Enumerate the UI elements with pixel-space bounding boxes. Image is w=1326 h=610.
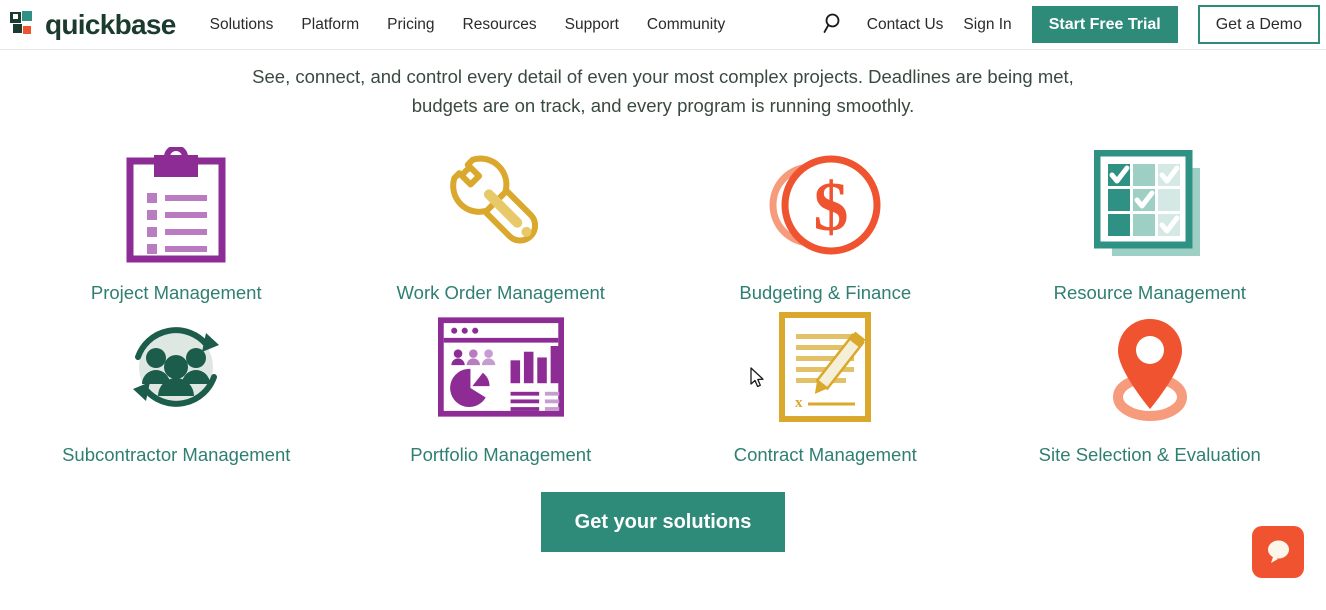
get-a-demo-button[interactable]: Get a Demo (1197, 4, 1320, 45)
nav-item-support[interactable]: Support (565, 16, 619, 34)
map-pin-icon (1087, 304, 1213, 430)
solution-tile-portfolio-management[interactable]: Portfolio Management (339, 304, 664, 466)
search-button[interactable] (821, 12, 847, 38)
intro-section: See, connect, and control every detail o… (0, 50, 1326, 120)
solution-tile-subcontractor-management[interactable]: Subcontractor Management (14, 304, 339, 466)
start-free-trial-button[interactable]: Start Free Trial (1031, 5, 1178, 44)
solution-label: Portfolio Management (410, 444, 592, 465)
clipboard-checklist-icon (113, 142, 239, 268)
sign-in-link[interactable]: Sign In (963, 16, 1011, 34)
solution-label: Work Order Management (396, 282, 605, 303)
dollar-coin-icon: $ (762, 142, 888, 268)
nav-item-solutions[interactable]: Solutions (210, 16, 274, 34)
checklist-grid-icon (1087, 142, 1213, 268)
dashboard-charts-icon (437, 304, 564, 430)
solution-label: Site Selection & Evaluation (1038, 444, 1261, 465)
solution-label: Project Management (90, 282, 262, 303)
solution-label: Budgeting & Finance (739, 282, 912, 303)
svg-text:$: $ (814, 169, 849, 246)
cta-section: Get your solutions (0, 492, 1326, 552)
search-icon (823, 12, 845, 37)
chat-bubble-icon (1265, 538, 1291, 567)
svg-text:x: x (795, 395, 803, 411)
signed-document-icon: x (762, 304, 888, 430)
solution-label: Contract Management (733, 444, 917, 465)
nav-item-resources[interactable]: Resources (463, 16, 537, 34)
chat-widget-button[interactable] (1252, 526, 1304, 578)
solution-tile-contract-management[interactable]: x Contract Management (663, 304, 988, 466)
intro-paragraph: See, connect, and control every detail o… (252, 66, 1074, 116)
wrench-icon (438, 142, 564, 268)
solution-tile-work-order-management[interactable]: Work Order Management (339, 142, 664, 304)
contact-us-link[interactable]: Contact Us (867, 16, 944, 34)
header-utilities: Contact Us Sign In Start Free Trial Get … (821, 4, 1326, 45)
nav-item-community[interactable]: Community (647, 16, 725, 34)
solution-label: Resource Management (1053, 282, 1246, 303)
main-navigation: Solutions Platform Pricing Resources Sup… (210, 16, 726, 34)
quickbase-squares-logo-icon (10, 10, 38, 39)
solution-tile-site-selection-evaluation[interactable]: Site Selection & Evaluation (988, 304, 1313, 466)
logo[interactable]: quickbase (10, 8, 176, 40)
nav-item-pricing[interactable]: Pricing (387, 16, 434, 34)
site-header: quickbase Solutions Platform Pricing Res… (0, 0, 1326, 50)
solution-tile-resource-management[interactable]: Resource Management (988, 142, 1313, 304)
logo-text: quickbase (45, 8, 176, 40)
solutions-grid: Project Management Work Order Management (0, 120, 1326, 466)
get-your-solutions-button[interactable]: Get your solutions (540, 492, 786, 552)
page-root: quickbase Solutions Platform Pricing Res… (0, 0, 1326, 610)
solution-tile-budgeting-finance[interactable]: $ Budgeting & Finance (663, 142, 988, 304)
solution-tile-project-management[interactable]: Project Management (14, 142, 339, 304)
solution-label: Subcontractor Management (62, 444, 291, 465)
nav-item-platform[interactable]: Platform (301, 16, 359, 34)
people-cycle-icon (113, 304, 239, 430)
